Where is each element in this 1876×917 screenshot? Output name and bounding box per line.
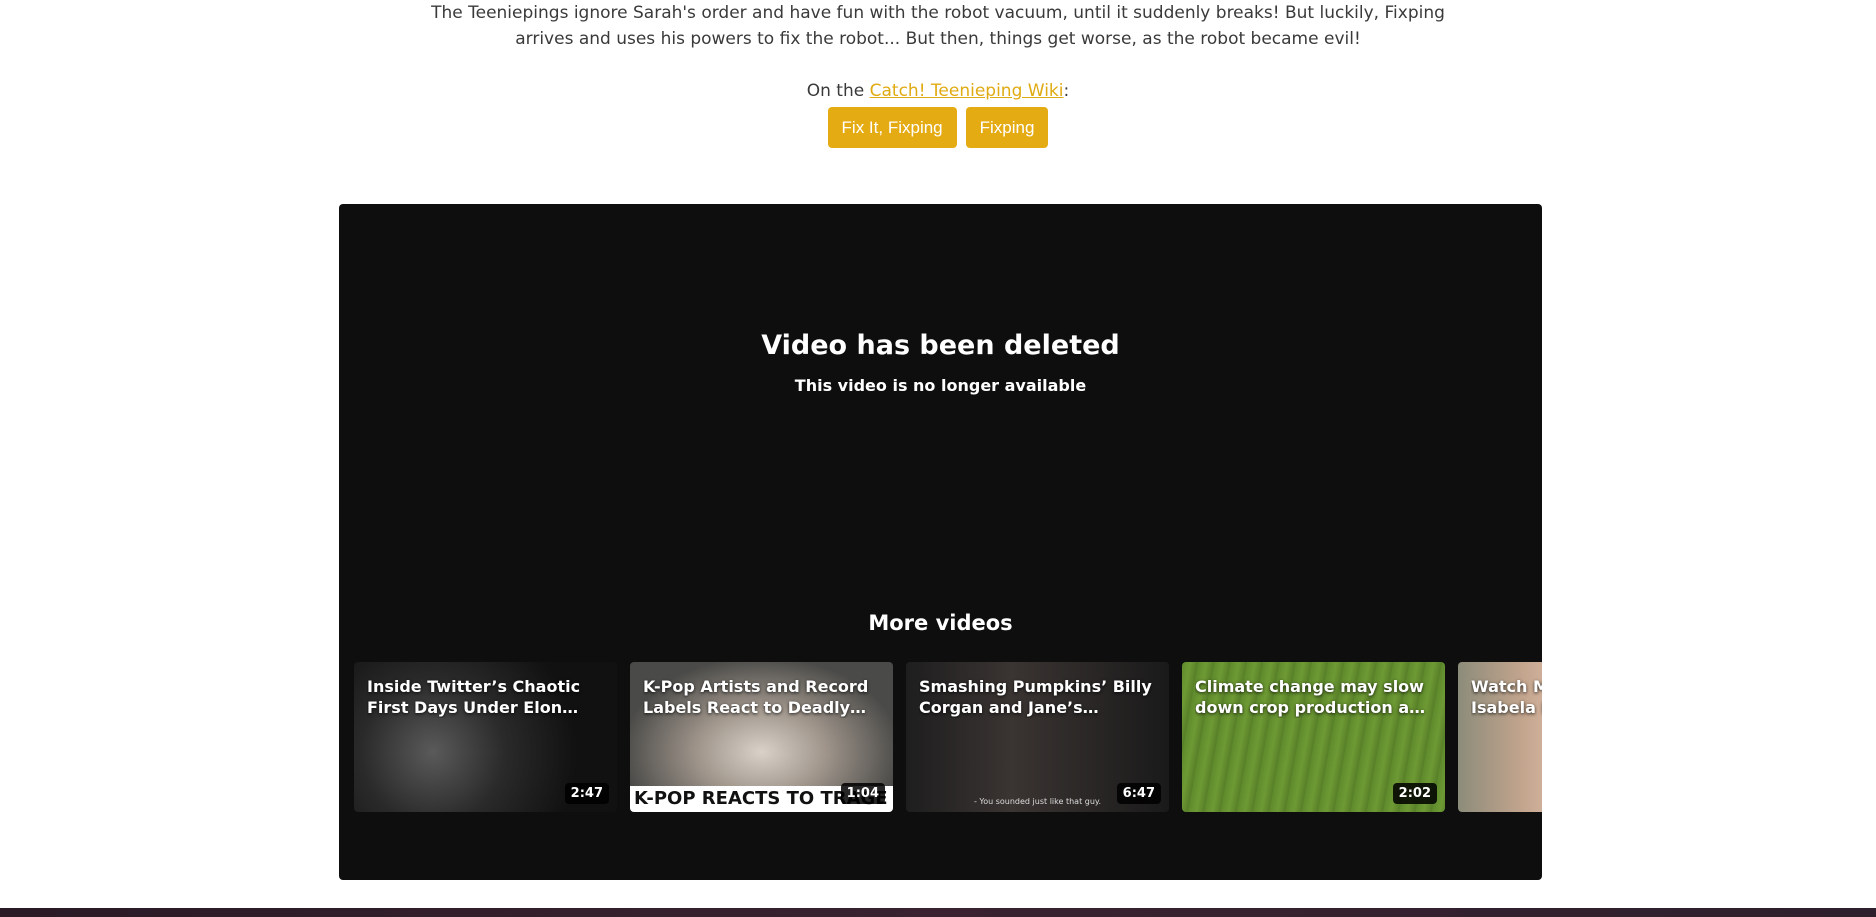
video-card-title: Inside Twitter’s Chaotic First Days Unde…: [367, 677, 581, 717]
description-line-2: arrives and uses his powers to fix the r…: [515, 29, 1361, 49]
more-videos-heading: More videos: [868, 611, 1013, 635]
video-card[interactable]: Watch M Isabela M: [1458, 662, 1542, 812]
video-card[interactable]: Inside Twitter’s Chaotic First Days Unde…: [354, 662, 617, 812]
footer-strip: [0, 908, 1876, 917]
video-duration: 2:47: [564, 783, 609, 804]
episode-description: The Teeniepings ignore Sarah's order and…: [0, 0, 1876, 52]
video-card-title: Watch M Isabela M: [1471, 677, 1542, 717]
tag-fix-it-fixping[interactable]: Fix It, Fixping: [827, 107, 957, 148]
wiki-link[interactable]: Catch! Teenieping Wiki: [870, 81, 1064, 101]
video-duration: 6:47: [1116, 783, 1161, 804]
video-card[interactable]: Climate change may slow down crop produc…: [1182, 662, 1445, 812]
video-player[interactable]: Video has been deleted This video is no …: [339, 204, 1542, 880]
video-duration: 1:04: [840, 783, 885, 804]
deleted-subtitle: This video is no longer available: [794, 376, 1087, 395]
video-card-title: K-Pop Artists and Record Labels React to…: [643, 677, 869, 717]
description-line-1: The Teeniepings ignore Sarah's order and…: [431, 3, 1445, 23]
video-card[interactable]: Smashing Pumpkins’ Billy Corgan and Jane…: [906, 662, 1169, 812]
video-card-title: Climate change may slow down crop produc…: [1195, 677, 1424, 717]
wiki-reference: On the Catch! Teenieping Wiki:: [0, 78, 1876, 104]
wiki-prefix: On the: [806, 81, 870, 101]
deleted-title: Video has been deleted: [761, 330, 1120, 361]
wiki-suffix: :: [1063, 81, 1070, 101]
more-videos-carousel: Inside Twitter’s Chaotic First Days Unde…: [354, 662, 1542, 814]
video-card-title: Smashing Pumpkins’ Billy Corgan and Jane…: [919, 677, 1152, 717]
tag-row: Fix It, Fixping Fixping: [0, 107, 1876, 148]
video-card[interactable]: K-Pop Artists and Record Labels React to…: [630, 662, 893, 812]
video-duration: 2:02: [1392, 783, 1437, 804]
tag-fixping[interactable]: Fixping: [965, 107, 1049, 148]
